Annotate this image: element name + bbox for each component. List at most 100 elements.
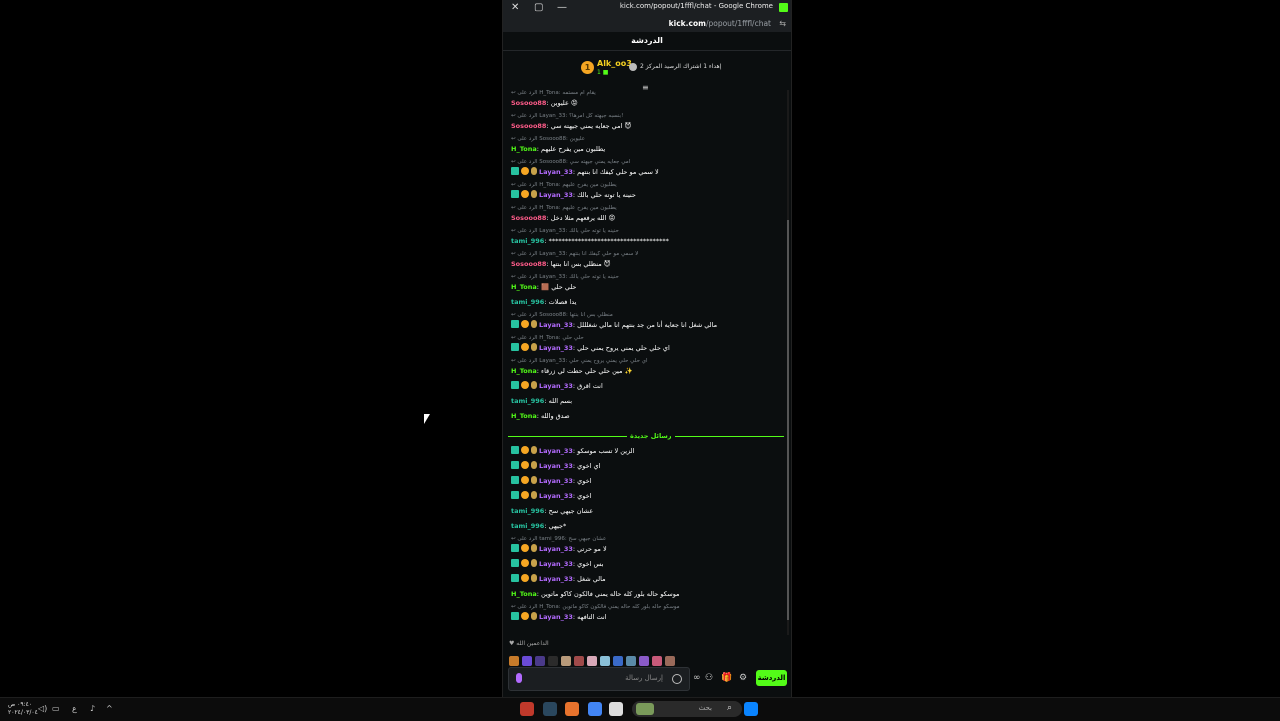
chat-username[interactable]: Layan_33 [539, 613, 573, 621]
hand-badge-icon[interactable] [531, 381, 537, 389]
hand-badge-icon[interactable] [531, 343, 537, 351]
chat-message[interactable]: Layan_33: الزين لا تسب موسكو [511, 446, 634, 456]
sub-badge-icon[interactable] [511, 381, 519, 389]
address-bar[interactable]: kick.com/popout/1fffl/chat ⇆ [503, 16, 791, 32]
sub-badge-icon[interactable] [511, 343, 519, 351]
microphone-icon[interactable]: ♪ [90, 704, 95, 713]
pinned-user[interactable]: Alk_oo3 [597, 59, 632, 68]
chat-username[interactable]: H_Tona [511, 283, 537, 291]
users-icon[interactable]: ⚇ [705, 673, 713, 683]
reply-context[interactable]: ↩ الرد على H_Tona: موسكو حاله بلور كله ح… [511, 604, 680, 610]
chat-username[interactable]: Layan_33 [539, 382, 573, 390]
supporter-avatar[interactable] [574, 656, 584, 666]
clock[interactable]: ٠٩:٤٠ ص ٢٠٢٤/٠٣/٠٤ [8, 701, 38, 717]
chat-message[interactable]: tami_996: بسم الله [511, 396, 572, 406]
chat-username[interactable]: Layan_33 [539, 447, 573, 455]
reply-context[interactable]: ↩ الرد على Sosooo88: عليوين [511, 136, 585, 142]
reply-context[interactable]: ↩ الرد على Layan_33: حنينه يا توته حلي ب… [511, 274, 619, 280]
chat-message[interactable]: Layan_33: اي حلي حلي يمني يروح يمني حلي [511, 343, 670, 353]
gold-badge-icon[interactable] [521, 190, 529, 198]
gold-badge-icon[interactable] [521, 574, 529, 582]
chat-username[interactable]: Layan_33 [539, 477, 573, 485]
chat-username[interactable]: Layan_33 [539, 575, 573, 583]
chat-username[interactable]: Layan_33 [539, 321, 573, 329]
chat-username[interactable]: tami_996 [511, 507, 544, 515]
taskbar-search[interactable]: بحث ⌕ [632, 701, 742, 717]
extension-icon[interactable]: ⇆ [779, 19, 786, 28]
chat-message[interactable]: Layan_33: بس اخوي [511, 559, 604, 569]
language-indicator[interactable]: ع [72, 704, 77, 713]
chat-message[interactable]: Layan_33: لا سمي مو حلي كيفك انا بنتهم [511, 167, 659, 177]
volume-icon[interactable]: ◁) [38, 704, 47, 713]
chat-username[interactable]: tami_996 [511, 237, 544, 245]
infinity-icon[interactable]: ∞ [693, 673, 701, 683]
hand-badge-icon[interactable] [531, 612, 537, 620]
gold-badge-icon[interactable] [521, 544, 529, 552]
chat-message[interactable]: H_Tona: موسكو حاله بلور كله حاله يمني فا… [511, 589, 680, 599]
gold-badge-icon[interactable] [521, 559, 529, 567]
hand-badge-icon[interactable] [531, 320, 537, 328]
chat-scrollbar[interactable] [787, 90, 789, 635]
hand-badge-icon[interactable] [531, 167, 537, 175]
chat-message[interactable]: Sosooo88: امي جعايه يمني جيهته سي 😈 [511, 121, 631, 131]
chat-message[interactable]: Layan_33: لا مو حرتي [511, 544, 607, 554]
app-icon-1[interactable] [520, 702, 534, 716]
reply-context[interactable]: ↩ الرد على Layan_33: اي حلي حلي يمني يرو… [511, 358, 648, 364]
url-text[interactable]: kick.com/popout/1fffl/chat [669, 19, 771, 28]
gold-badge-icon[interactable] [521, 612, 529, 620]
file-explorer-icon[interactable] [609, 702, 623, 716]
chat-username[interactable]: Layan_33 [539, 168, 573, 176]
hand-badge-icon[interactable] [531, 190, 537, 198]
chat-username[interactable]: H_Tona [511, 145, 537, 153]
hand-badge-icon[interactable] [531, 559, 537, 567]
chat-username[interactable]: Layan_33 [539, 545, 573, 553]
chat-username[interactable]: Sosooo88 [511, 122, 546, 130]
supporter-avatar[interactable] [613, 656, 623, 666]
gold-badge-icon[interactable] [521, 446, 529, 454]
chat-message[interactable]: Layan_33: مالي شغل انا جعايه أنا من جد ب… [511, 320, 717, 330]
chat-username[interactable]: Layan_33 [539, 492, 573, 500]
chat-message[interactable]: tami_996: يدا فصلات [511, 297, 576, 307]
reply-context[interactable]: ↩ الرد على Sosooo88: امي جعايه يمني جيهت… [511, 159, 630, 165]
gold-badge-icon[interactable] [521, 491, 529, 499]
emoji-icon[interactable] [672, 674, 682, 684]
chat-username[interactable]: Layan_33 [539, 191, 573, 199]
chat-username[interactable]: Sosooo88 [511, 214, 546, 222]
reply-context[interactable]: ↩ الرد على Layan_33: حنينه يا توته حلي ب… [511, 228, 619, 234]
reply-context[interactable]: ↩ الرد على Layan_33: لا سمي مو حلي كيفك … [511, 251, 638, 257]
sub-badge-icon[interactable] [511, 491, 519, 499]
gold-badge-icon[interactable] [521, 343, 529, 351]
hand-badge-icon[interactable] [531, 461, 537, 469]
hand-badge-icon[interactable] [531, 574, 537, 582]
hand-badge-icon[interactable] [531, 476, 537, 484]
sub-badge-icon[interactable] [511, 446, 519, 454]
chat-message[interactable]: Layan_33: اي اخوي [511, 461, 600, 471]
chat-username[interactable]: Sosooo88 [511, 99, 546, 107]
chat-message[interactable]: Sosooo88: عليوين 😡 [511, 98, 578, 108]
chat-message[interactable]: Layan_33: حنينه يا توته حلي بالك [511, 190, 636, 200]
reply-context[interactable]: ↩ الرد على H_Tona: يطلبون مين يفرح عليهم [511, 205, 617, 211]
show-hidden-icons-chevron-icon[interactable]: ^ [106, 704, 113, 713]
chat-send-button[interactable]: الدردشة [756, 670, 787, 686]
brave-icon[interactable] [565, 702, 579, 716]
sub-badge-icon[interactable] [511, 612, 519, 620]
chat-message[interactable]: H_Tona: مين حلي حلي حطت لي زرقاء ✨ [511, 366, 633, 376]
chat-message[interactable]: H_Tona: صدق والله [511, 411, 570, 421]
restore-window-button[interactable]: ▢ [534, 1, 543, 15]
chat-message[interactable]: tami_996: عشان جيهي سح [511, 506, 593, 516]
chat-username[interactable]: H_Tona [511, 367, 537, 375]
supporter-avatar[interactable] [535, 656, 545, 666]
sub-badge-icon[interactable] [511, 190, 519, 198]
reply-context[interactable]: ↩ الرد على Layan_33: بنسبه جيهته كل امره… [511, 113, 623, 119]
minimize-window-button[interactable]: — [557, 1, 567, 15]
sub-badge-icon[interactable] [511, 320, 519, 328]
gold-badge-icon[interactable] [521, 381, 529, 389]
start-windows-icon[interactable] [744, 702, 758, 716]
reply-context[interactable]: ↩ الرد على H_Tona: يطلبون مين يفرح عليهم [511, 182, 617, 188]
supporter-avatar[interactable] [626, 656, 636, 666]
chat-input[interactable]: إرسال رسالة [508, 667, 690, 691]
hand-badge-icon[interactable] [531, 544, 537, 552]
chat-message[interactable]: Sosooo88: الله يرفعهم مثلا دخل 😡 [511, 213, 615, 223]
chat-message[interactable]: tami_996: جيهي* [511, 521, 566, 531]
settings-gear-icon[interactable]: ⚙ [739, 673, 747, 683]
